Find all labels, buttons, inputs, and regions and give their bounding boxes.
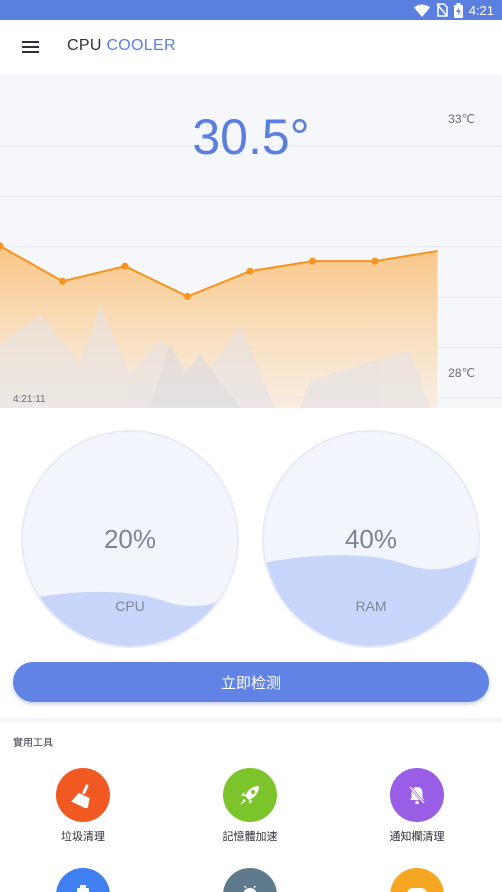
hamburger-icon — [21, 41, 39, 53]
tool-memory-boost[interactable]: 記憶體加速 — [190, 768, 310, 844]
tool-game[interactable] — [357, 868, 477, 892]
ram-percent: 40% — [344, 524, 398, 554]
tool-icon-bg — [56, 868, 110, 892]
battery-icon — [77, 885, 89, 892]
app-title: CPU COOLER — [67, 37, 176, 55]
chart-time-label: 4:21:11 — [13, 394, 46, 405]
tool-label: 垃圾清理 — [61, 830, 105, 843]
ram-gauge: 40% RAM — [262, 430, 480, 648]
tools-title: 實用工具 — [13, 738, 53, 749]
current-temperature: 30.5° — [192, 109, 310, 165]
cpu-gauge: 20% CPU — [21, 430, 239, 648]
status-time: 4:21 — [468, 2, 494, 18]
tool-icon-bg — [223, 868, 277, 892]
tool-junk-clean[interactable]: 垃圾清理 — [23, 768, 143, 844]
tool-icon-bg — [390, 868, 444, 892]
rocket-icon — [240, 786, 259, 805]
game-icon — [407, 888, 427, 892]
wifi-icon — [413, 3, 430, 17]
cpu-percent: 20% — [103, 524, 157, 554]
chart-point — [246, 267, 254, 275]
bell-off-icon — [409, 786, 425, 805]
broom-icon — [71, 784, 90, 808]
min-temperature-label: 28℃ — [448, 366, 475, 380]
detect-now-button[interactable]: 立即检测 — [13, 662, 489, 702]
status-icons: 4:21 — [413, 2, 494, 18]
usage-gauges: 20% CPU 40% RAM 立即检测 — [0, 408, 502, 718]
app-title-part2: COOLER — [106, 37, 176, 54]
max-temperature-label: 33℃ — [448, 112, 475, 126]
chart-point — [121, 262, 129, 270]
chart-point — [371, 257, 379, 265]
cpu-label: CPU — [115, 598, 145, 614]
tool-icon-bg — [390, 768, 444, 822]
temperature-panel: 30.5° 33℃ 28℃ 4:21:11 — [0, 74, 502, 408]
tool-notification-clean[interactable]: 通知欄清理 — [357, 768, 477, 844]
app-bar: CPU COOLER — [0, 20, 502, 74]
tool-label: 通知欄清理 — [389, 830, 445, 843]
android-icon — [243, 885, 257, 892]
ram-label: RAM — [355, 598, 387, 614]
chart-point — [309, 257, 316, 265]
no-sim-icon — [436, 3, 448, 17]
tools-section: 實用工具 垃圾清理 記憶體加速 通知欄清理 — [0, 722, 502, 892]
battery-charging-icon — [453, 2, 463, 18]
tool-label: 記憶體加速 — [222, 830, 278, 843]
tool-icon-bg — [223, 768, 277, 822]
app-title-part1: CPU — [67, 37, 102, 54]
tool-icon-bg — [56, 768, 110, 822]
status-bar: 4:21 — [0, 0, 502, 20]
tool-android[interactable] — [190, 868, 310, 892]
tool-battery[interactable] — [23, 868, 143, 892]
chart-point — [59, 277, 66, 285]
chart-point — [184, 292, 191, 300]
menu-button[interactable] — [14, 32, 46, 62]
